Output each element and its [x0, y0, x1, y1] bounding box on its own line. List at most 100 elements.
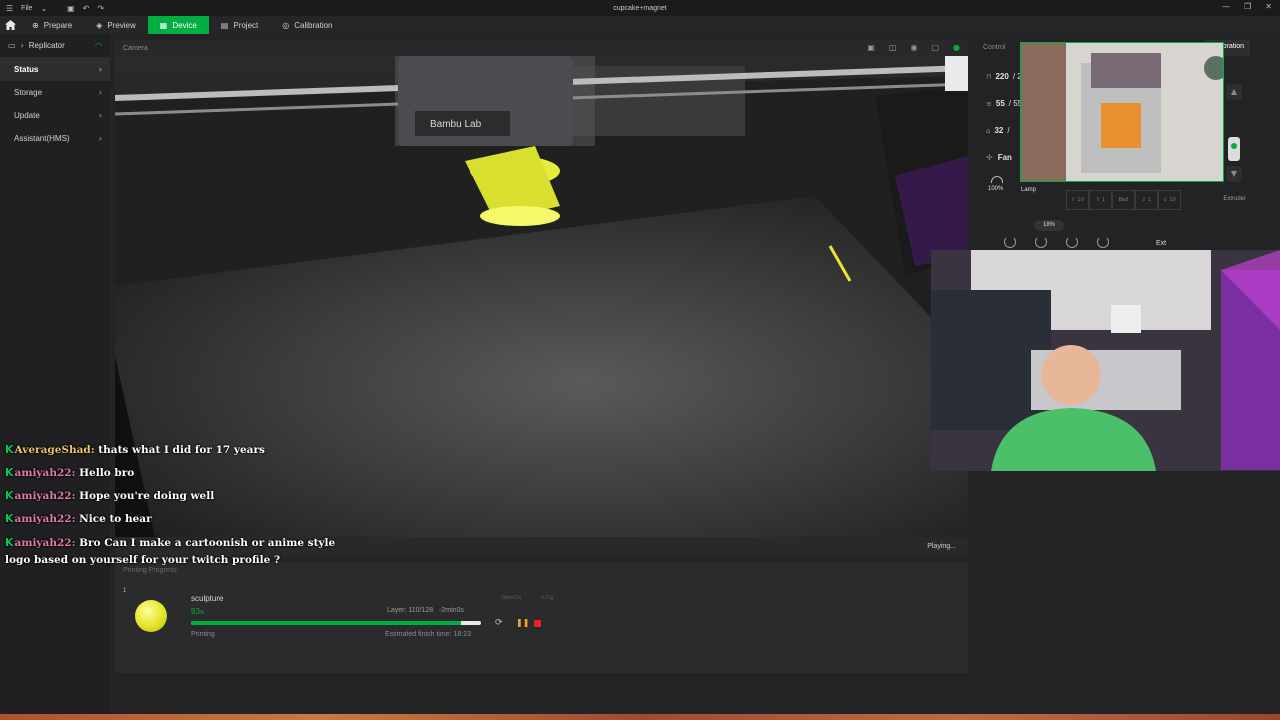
chevron-right-icon: › — [98, 88, 102, 97]
print-speed[interactable]: 100% — [988, 186, 1003, 192]
axis-step-icon[interactable] — [1035, 236, 1047, 248]
nozzle-temp-value: 220 — [995, 72, 1009, 81]
axis-step-icon[interactable] — [1097, 236, 1109, 248]
calibration-icon: ◎ — [282, 20, 290, 30]
chevron-right-icon: › — [20, 41, 24, 50]
tab-project[interactable]: ▤ Project — [209, 16, 270, 34]
chamber-temp-value: 32 — [994, 126, 1004, 135]
bed-down-1-button[interactable]: ⇓ 1 — [1135, 190, 1158, 210]
chevron-right-icon: › — [98, 65, 102, 74]
file-menu[interactable]: File — [21, 5, 32, 12]
device-icon: ▦ — [159, 20, 168, 30]
extrude-down-button[interactable]: ▼ — [1226, 166, 1242, 182]
screenshot-icon[interactable]: ▢ — [931, 43, 939, 52]
kick-badge-icon: K — [5, 536, 14, 549]
timelapse-icon[interactable]: ▣ — [867, 43, 875, 52]
extruder-label: Extruder — [1223, 196, 1246, 202]
chat-message: KAverageShad: thats what I did for 17 ye… — [5, 442, 345, 465]
chat-text: thats what I did for 17 years — [98, 444, 265, 456]
job-thumbnail — [135, 600, 167, 632]
prepare-icon: ⊕ — [32, 20, 39, 30]
live-status-icon[interactable]: ● — [953, 43, 960, 52]
streamer-webcam — [931, 250, 1280, 471]
tab-label: Prepare — [43, 20, 73, 30]
bed-up-10-button[interactable]: ⇑ 10 — [1066, 190, 1089, 210]
progress-bar-fill — [191, 621, 461, 625]
chevron-down-icon[interactable]: ⌄ — [40, 4, 47, 13]
tab-preview[interactable]: ◈ Preview — [84, 16, 148, 34]
pause-button[interactable]: ❚❚ — [516, 618, 529, 627]
chat-message: Kamiyah22: Bro Can I make a cartoonish o… — [5, 534, 345, 569]
tab-device[interactable]: ▦ Device — [147, 16, 209, 34]
sidebar-item-label: Storage — [14, 88, 43, 97]
bed-label: Bed — [1112, 190, 1135, 210]
tab-label: Calibration — [294, 20, 333, 30]
home-button[interactable] — [0, 16, 20, 34]
minimize-icon[interactable]: — — [1222, 2, 1230, 11]
stop-button[interactable] — [534, 620, 541, 627]
app-root: ☰ File ⌄ ▣ ↶ ↷ cupcake+magnet — ❐ ✕ ⊕ Pre… — [0, 0, 1280, 720]
bed-temp-value: 55 — [995, 99, 1005, 108]
menu-icon[interactable]: ☰ — [6, 4, 13, 13]
printer-selector[interactable]: ▭ › Replicator ◠ — [0, 34, 110, 58]
playback-status: Playing... — [927, 543, 956, 550]
chat-username: amiyah22: — [14, 513, 76, 525]
fan-label: Fan — [997, 153, 1012, 162]
chat-username: amiyah22: — [14, 467, 76, 479]
chamber-temp[interactable]: ⌂ 32/ — [986, 126, 1010, 135]
nozzle-temp[interactable]: ⊓ 220/ 2 — [986, 72, 1022, 81]
tab-calibration[interactable]: ◎ Calibration — [270, 16, 344, 34]
maximize-icon[interactable]: ❐ — [1244, 2, 1251, 11]
close-icon[interactable]: ✕ — [1265, 2, 1272, 11]
chevron-right-icon: › — [98, 111, 102, 120]
job-weight: 4.23g — [541, 595, 554, 601]
estimated-finish: Estimated finish time: 18:23 — [385, 631, 471, 638]
axis-home-icon[interactable] — [1004, 236, 1016, 248]
extrude-up-button[interactable]: ▲ — [1226, 84, 1242, 100]
ext-label: Ext — [1156, 240, 1167, 247]
fan-control[interactable]: ✢ Fan — [986, 153, 1012, 162]
bed-step: 10 — [1077, 197, 1084, 203]
refresh-icon[interactable]: ⟳ — [495, 618, 503, 628]
bed-move-buttons: ⇑ 10 ⇑ 1 Bed ⇓ 1 ⇓ 10 — [1066, 190, 1181, 210]
device-sidebar: ▭ › Replicator ◠ Status › Storage › Update… — [0, 34, 110, 720]
kick-badge-icon: K — [5, 489, 14, 502]
sidebar-item-update[interactable]: Update › — [0, 104, 110, 127]
project-icon: ▤ — [220, 20, 229, 30]
speed-percent-badge[interactable]: 18% — [1034, 220, 1064, 231]
chevron-right-icon: › — [98, 134, 102, 143]
bed-icon: ≡ — [986, 99, 992, 108]
time-remaining: -2min0s — [439, 607, 464, 614]
sidebar-item-label: Status — [14, 65, 39, 74]
undo-icon[interactable]: ↶ — [83, 4, 90, 13]
redo-icon[interactable]: ↷ — [97, 4, 104, 13]
chat-username: amiyah22: — [14, 537, 76, 549]
stream-chat: KAverageShad: thats what I did for 17 ye… — [5, 442, 345, 569]
percent-unit: % — [199, 610, 205, 616]
wifi-icon: ◠ — [95, 41, 102, 50]
record-icon[interactable]: ◉ — [910, 43, 917, 52]
lamp-toggle[interactable]: Lamp — [1021, 187, 1036, 193]
sidebar-item-status[interactable]: Status › — [0, 58, 110, 81]
brand-label: Bambu Lab — [430, 119, 482, 130]
bed-temp[interactable]: ≡ 55/ 55 — [986, 99, 1022, 108]
tab-prepare[interactable]: ⊕ Prepare — [20, 16, 84, 34]
bed-down-10-button[interactable]: ⇓ 10 — [1158, 190, 1181, 210]
axis-step-icon[interactable] — [1066, 236, 1078, 248]
printer-icon: ▭ — [8, 41, 16, 50]
bed-step: 1 — [1148, 197, 1152, 203]
chat-text: Nice to hear — [79, 513, 152, 525]
title-bar: ☰ File ⌄ ▣ ↶ ↷ cupcake+magnet — ❐ ✕ — [0, 0, 1280, 16]
sidebar-item-storage[interactable]: Storage › — [0, 81, 110, 104]
printer-name: Replicator — [28, 41, 65, 50]
save-icon[interactable]: ▣ — [67, 4, 75, 13]
speed-value: 18 — [1042, 222, 1050, 228]
video-icon[interactable]: ◫ — [889, 43, 897, 52]
chat-message: Kamiyah22: Hello bro — [5, 465, 345, 488]
progress-bar — [191, 621, 481, 625]
bed-up-1-button[interactable]: ⇑ 1 — [1089, 190, 1112, 210]
bed-step: 1 — [1102, 197, 1106, 203]
sidebar-item-assistant[interactable]: Assistant(HMS) › — [0, 127, 110, 150]
tab-label: Project — [233, 20, 259, 30]
tab-label: Preview — [107, 20, 136, 30]
